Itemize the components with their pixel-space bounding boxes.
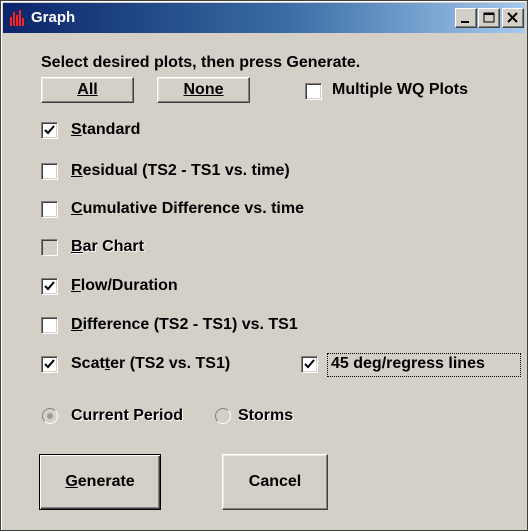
checkmark-icon xyxy=(44,359,55,369)
cumulative-difference-checkbox[interactable] xyxy=(41,201,58,218)
close-icon xyxy=(507,12,518,23)
difference-label[interactable]: Difference (TS2 - TS1) vs. TS1 xyxy=(71,316,298,334)
flow-duration-label[interactable]: Flow/Duration xyxy=(71,277,178,295)
standard-label[interactable]: Standard xyxy=(71,121,140,139)
checkmark-icon xyxy=(304,359,315,369)
minimize-icon xyxy=(461,21,469,23)
multiple-wq-checkbox[interactable] xyxy=(305,83,322,100)
regress-lines-checkbox[interactable] xyxy=(301,356,318,373)
cancel-button[interactable]: Cancel xyxy=(222,454,328,510)
checkmark-icon xyxy=(44,281,55,291)
bar-chart-label: Bar Chart xyxy=(71,238,144,255)
storms-radio xyxy=(215,408,231,424)
window-title: Graph xyxy=(31,9,76,26)
bar-chart-icon xyxy=(10,10,24,26)
residual-checkbox[interactable] xyxy=(41,163,58,180)
title-bar[interactable]: Graph xyxy=(3,3,525,33)
all-button[interactable]: All xyxy=(41,77,134,103)
multiple-wq-label: Multiple WQ Plots xyxy=(332,81,468,98)
bar-chart-checkbox xyxy=(41,239,58,256)
none-button[interactable]: None xyxy=(157,77,250,103)
current-period-label: Current Period xyxy=(71,407,184,424)
scatter-label[interactable]: Scatter (TS2 vs. TS1) xyxy=(71,355,230,373)
close-button[interactable] xyxy=(502,8,524,28)
flow-duration-checkbox[interactable] xyxy=(41,278,58,295)
storms-label: Storms xyxy=(238,407,294,424)
scatter-checkbox[interactable] xyxy=(41,356,58,373)
maximize-button[interactable] xyxy=(478,8,500,28)
minimize-button[interactable] xyxy=(455,8,477,28)
radio-selected-dot xyxy=(47,413,53,419)
checkmark-icon xyxy=(44,125,55,135)
cumulative-difference-label[interactable]: Cumulative Difference vs. time xyxy=(71,200,304,218)
residual-label[interactable]: Residual (TS2 - TS1 vs. time) xyxy=(71,162,290,180)
generate-button[interactable]: Generate xyxy=(39,454,161,510)
standard-checkbox[interactable] xyxy=(41,122,58,139)
maximize-icon xyxy=(483,12,495,23)
regress-lines-label[interactable]: 45 deg/regress lines xyxy=(331,355,485,373)
graph-window: Graph Select desired plots, then press G… xyxy=(0,0,528,531)
instructions-text: Select desired plots, then press Generat… xyxy=(41,54,361,71)
difference-checkbox[interactable] xyxy=(41,317,58,334)
current-period-radio xyxy=(42,408,58,424)
